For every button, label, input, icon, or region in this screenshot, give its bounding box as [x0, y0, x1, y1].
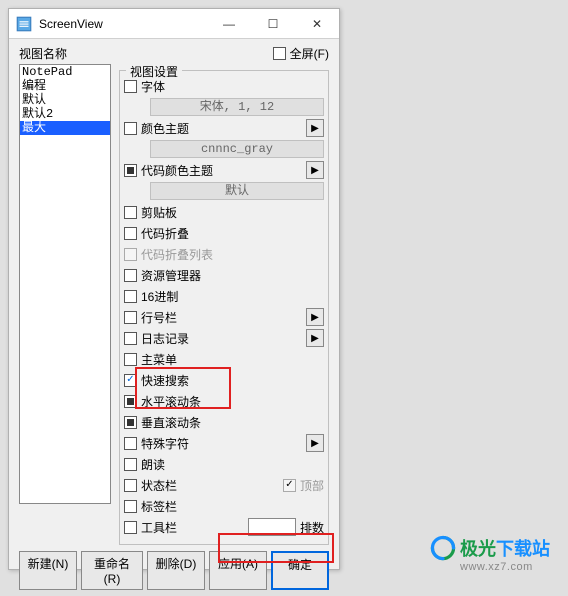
titlebar: ScreenView — ☐ ✕ — [9, 9, 339, 39]
bottom-buttons: 新建(N) 重命名(R) 删除(D) 应用(A) 确定 — [9, 545, 339, 596]
hex-label: 16进制 — [141, 288, 178, 305]
color-theme-more-button[interactable]: ▶ — [306, 119, 324, 137]
view-listbox[interactable]: NotePad编程默认默认2最大 — [19, 64, 111, 504]
code-color-theme-checkbox[interactable] — [124, 164, 137, 177]
color-theme-label: 颜色主题 — [141, 120, 189, 137]
list-item[interactable]: 编程 — [20, 79, 110, 93]
list-item[interactable]: 默认 — [20, 93, 110, 107]
quicksearch-checkbox[interactable]: ✓ — [124, 374, 137, 387]
codefold-col-checkbox — [124, 248, 137, 261]
status-checkbox[interactable] — [124, 479, 137, 492]
quicksearch-label: 快速搜索 — [141, 372, 189, 389]
apply-button[interactable]: 应用(A) — [209, 551, 267, 590]
rows-number-input[interactable] — [248, 518, 296, 536]
codefold-col-label: 代码折叠列表 — [141, 246, 213, 263]
log-more-button[interactable]: ▶ — [306, 329, 324, 347]
logo-swirl-icon — [430, 535, 456, 561]
read-label: 朗读 — [141, 456, 165, 473]
code-color-theme-label: 代码颜色主题 — [141, 162, 213, 179]
rows-label: 排数 — [300, 519, 324, 536]
tab-checkbox[interactable] — [124, 500, 137, 513]
list-item[interactable]: NotePad — [20, 65, 110, 79]
codefold-label: 代码折叠 — [141, 225, 189, 242]
brand-logo: 极光下载站 www.xz7.com — [430, 535, 550, 573]
vscroll-checkbox[interactable] — [124, 416, 137, 429]
explorer-label: 资源管理器 — [141, 267, 201, 284]
toolbar-checkbox[interactable] — [124, 521, 137, 534]
linenum-label: 行号栏 — [141, 309, 177, 326]
codefold-checkbox[interactable] — [124, 227, 137, 240]
list-item[interactable]: 最大 — [20, 121, 110, 135]
body-row: NotePad编程默认默认2最大 视图设置 字体 宋体, 1, 12 颜色主题 … — [9, 64, 339, 545]
font-label: 字体 — [141, 78, 165, 95]
clipboard-label: 剪贴板 — [141, 204, 177, 221]
hscroll-checkbox[interactable] — [124, 395, 137, 408]
top-row: 视图名称 全屏(F) — [9, 39, 339, 64]
view-name-label: 视图名称 — [19, 45, 67, 62]
special-checkbox[interactable] — [124, 437, 137, 450]
brand-url: www.xz7.com — [460, 561, 550, 573]
font-value[interactable]: 宋体, 1, 12 — [150, 98, 324, 116]
linenum-more-button[interactable]: ▶ — [306, 308, 324, 326]
view-settings-group: 视图设置 字体 宋体, 1, 12 颜色主题 ▶ cnnnc_gray — [119, 70, 329, 545]
group-legend: 视图设置 — [126, 63, 182, 80]
color-theme-checkbox[interactable] — [124, 122, 137, 135]
list-item[interactable]: 默认2 — [20, 107, 110, 121]
minimize-button[interactable]: — — [207, 9, 251, 39]
fullscreen-label: 全屏(F) — [290, 45, 329, 62]
top-label: 顶部 — [300, 477, 324, 494]
top-checkbox: ✓ — [283, 479, 296, 492]
color-theme-value[interactable]: cnnnc_gray — [150, 140, 324, 158]
app-icon — [15, 15, 33, 33]
window-title: ScreenView — [39, 17, 103, 31]
brand-name-right: 下载站 — [496, 535, 550, 561]
ok-button[interactable]: 确定 — [271, 551, 329, 590]
tab-label: 标签栏 — [141, 498, 177, 515]
fullscreen-checkbox[interactable] — [273, 47, 286, 60]
delete-button[interactable]: 删除(D) — [147, 551, 205, 590]
rename-button[interactable]: 重命名(R) — [81, 551, 143, 590]
font-checkbox[interactable] — [124, 80, 137, 93]
special-more-button[interactable]: ▶ — [306, 434, 324, 452]
log-label: 日志记录 — [141, 330, 189, 347]
status-label: 状态栏 — [141, 477, 177, 494]
toolbar-label: 工具栏 — [141, 519, 177, 536]
hscroll-label: 水平滚动条 — [141, 393, 201, 410]
maximize-button[interactable]: ☐ — [251, 9, 295, 39]
close-button[interactable]: ✕ — [295, 9, 339, 39]
mainmenu-checkbox[interactable] — [124, 353, 137, 366]
hex-checkbox[interactable] — [124, 290, 137, 303]
mainmenu-label: 主菜单 — [141, 351, 177, 368]
clipboard-checkbox[interactable] — [124, 206, 137, 219]
vscroll-label: 垂直滚动条 — [141, 414, 201, 431]
code-color-theme-more-button[interactable]: ▶ — [306, 161, 324, 179]
explorer-checkbox[interactable] — [124, 269, 137, 282]
new-button[interactable]: 新建(N) — [19, 551, 77, 590]
brand-name-left: 极光 — [460, 535, 496, 561]
window: ScreenView — ☐ ✕ 视图名称 全屏(F) NotePad编程默认默… — [8, 8, 340, 570]
log-checkbox[interactable] — [124, 332, 137, 345]
linenum-checkbox[interactable] — [124, 311, 137, 324]
settings-panel: 视图设置 字体 宋体, 1, 12 颜色主题 ▶ cnnnc_gray — [119, 64, 329, 545]
code-color-theme-value[interactable]: 默认 — [150, 182, 324, 200]
special-label: 特殊字符 — [141, 435, 189, 452]
read-checkbox[interactable] — [124, 458, 137, 471]
